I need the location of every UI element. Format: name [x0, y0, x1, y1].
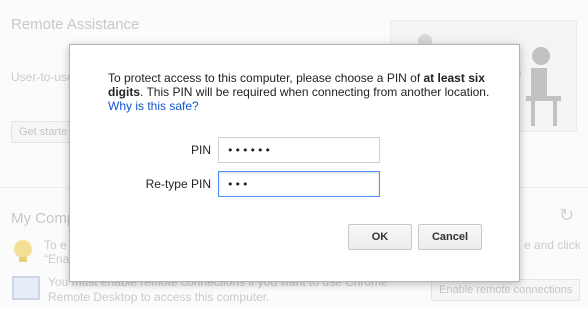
message-text-2: . This PIN will be required when connect… — [140, 85, 490, 99]
ok-button[interactable]: OK — [348, 224, 412, 250]
retype-pin-label: Re-type PIN — [145, 177, 211, 191]
pin-instructions: To protect access to this computer, plea… — [108, 71, 490, 113]
retype-pin-row: Re-type PIN — [70, 171, 519, 199]
cancel-button[interactable]: Cancel — [418, 224, 482, 250]
message-text-1: To protect access to this computer, plea… — [108, 71, 424, 85]
pin-row: PIN — [70, 137, 519, 165]
pin-dialog: To protect access to this computer, plea… — [69, 44, 520, 282]
pin-input[interactable] — [218, 137, 380, 163]
pin-label: PIN — [190, 143, 211, 157]
why-is-this-safe-link[interactable]: Why is this safe? — [108, 99, 199, 113]
retype-pin-input[interactable] — [218, 171, 380, 197]
